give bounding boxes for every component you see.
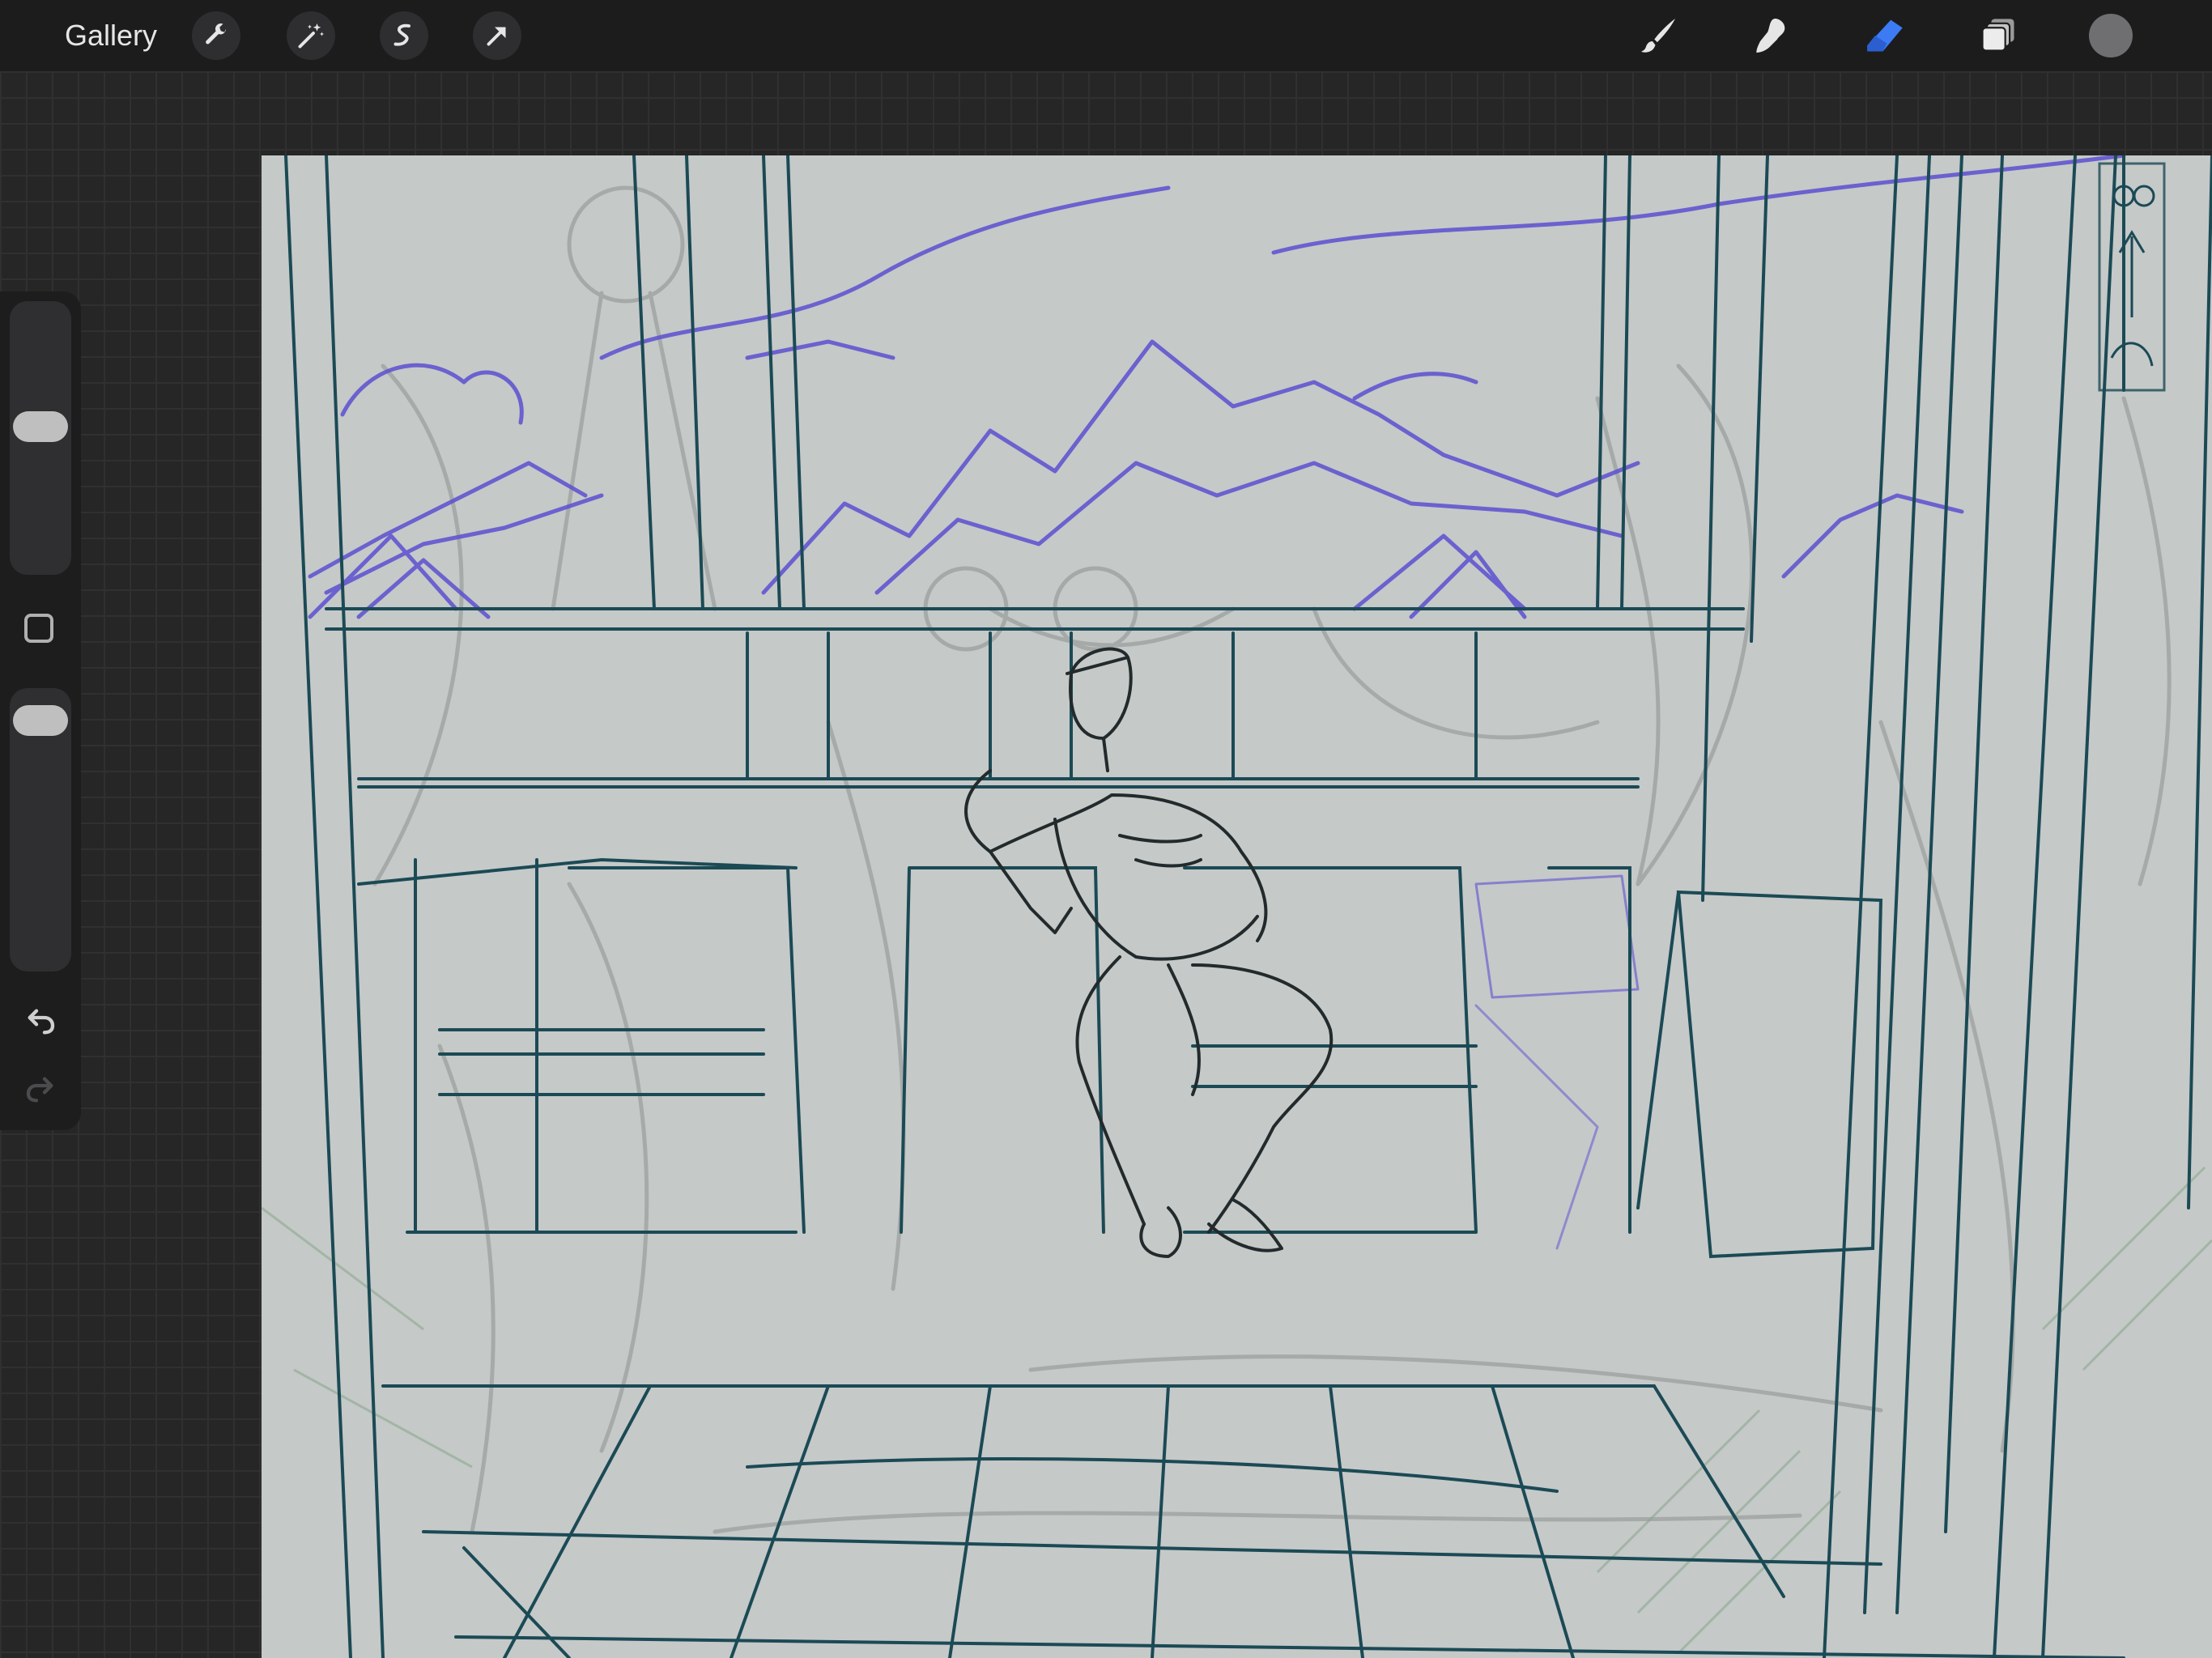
brush-tool[interactable] <box>1634 11 1682 60</box>
brush-size-slider[interactable] <box>10 301 71 575</box>
actions-button[interactable] <box>192 11 240 60</box>
transform-arrow-icon <box>487 27 506 46</box>
transform-button[interactable] <box>473 11 521 60</box>
undo-icon <box>28 1009 55 1035</box>
opacity-slider[interactable] <box>10 688 71 971</box>
selection-icon <box>393 23 410 46</box>
opacity-knob[interactable] <box>13 705 68 736</box>
color-picker-button[interactable] <box>2089 14 2133 57</box>
smudge-tool[interactable] <box>1747 11 1796 60</box>
gallery-button[interactable]: Gallery <box>65 16 157 55</box>
drawing-canvas[interactable] <box>262 155 2212 1658</box>
adjustments-button[interactable] <box>287 11 335 60</box>
redo-icon <box>26 1077 53 1103</box>
wrench-icon <box>206 23 226 45</box>
layers-button[interactable] <box>1974 11 2023 60</box>
selection-button[interactable] <box>380 11 428 60</box>
eraser-icon <box>1867 19 1903 52</box>
brush-icon <box>1641 19 1675 53</box>
modify-button[interactable] <box>24 614 53 643</box>
eraser-tool[interactable] <box>1861 11 1909 60</box>
left-sidebar <box>0 291 81 1130</box>
magic-wand-icon <box>298 23 325 49</box>
sketch-artwork <box>262 155 2212 1658</box>
brush-size-knob[interactable] <box>13 410 68 442</box>
smudge-icon <box>1756 19 1785 53</box>
layers-icon <box>1981 19 2014 52</box>
undo-button[interactable] <box>18 999 63 1044</box>
redo-button[interactable] <box>18 1067 63 1112</box>
top-toolbar: Gallery <box>0 0 2212 71</box>
